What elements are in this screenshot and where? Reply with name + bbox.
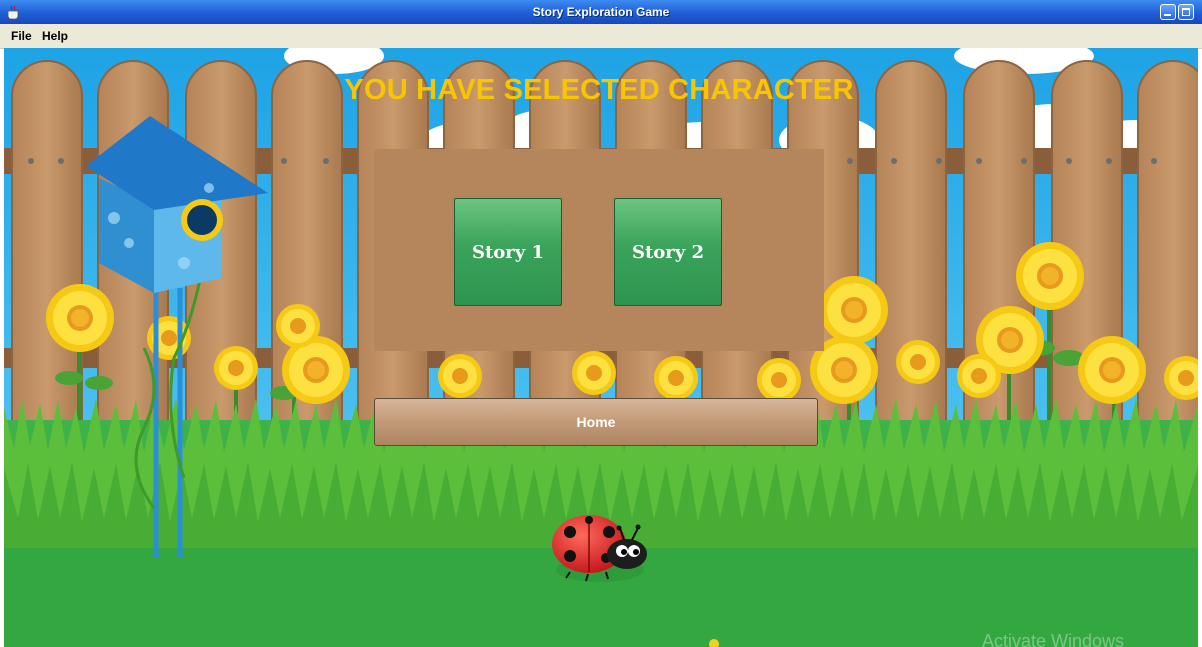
story-1-button[interactable]: Story 1 [454, 198, 562, 306]
home-button[interactable]: Home [374, 398, 818, 446]
menu-help[interactable]: Help [42, 29, 68, 43]
story-panel: Story 1 Story 2 [374, 149, 824, 351]
menu-file[interactable]: File [11, 29, 32, 43]
maximize-button[interactable] [1178, 4, 1194, 20]
title-bar: Story Exploration Game [0, 0, 1202, 24]
window-title: Story Exploration Game [532, 5, 670, 19]
selection-heading: YOU HAVE SELECTED CHARACTER [344, 74, 854, 106]
story-2-button[interactable]: Story 2 [614, 198, 722, 306]
activation-watermark: Activate Windows [982, 631, 1125, 647]
minimize-button[interactable] [1160, 4, 1176, 20]
menu-bar: File Help [0, 24, 1202, 49]
game-scene: YOU HAVE SELECTED CHARACTER Story 1 Stor… [4, 48, 1198, 647]
